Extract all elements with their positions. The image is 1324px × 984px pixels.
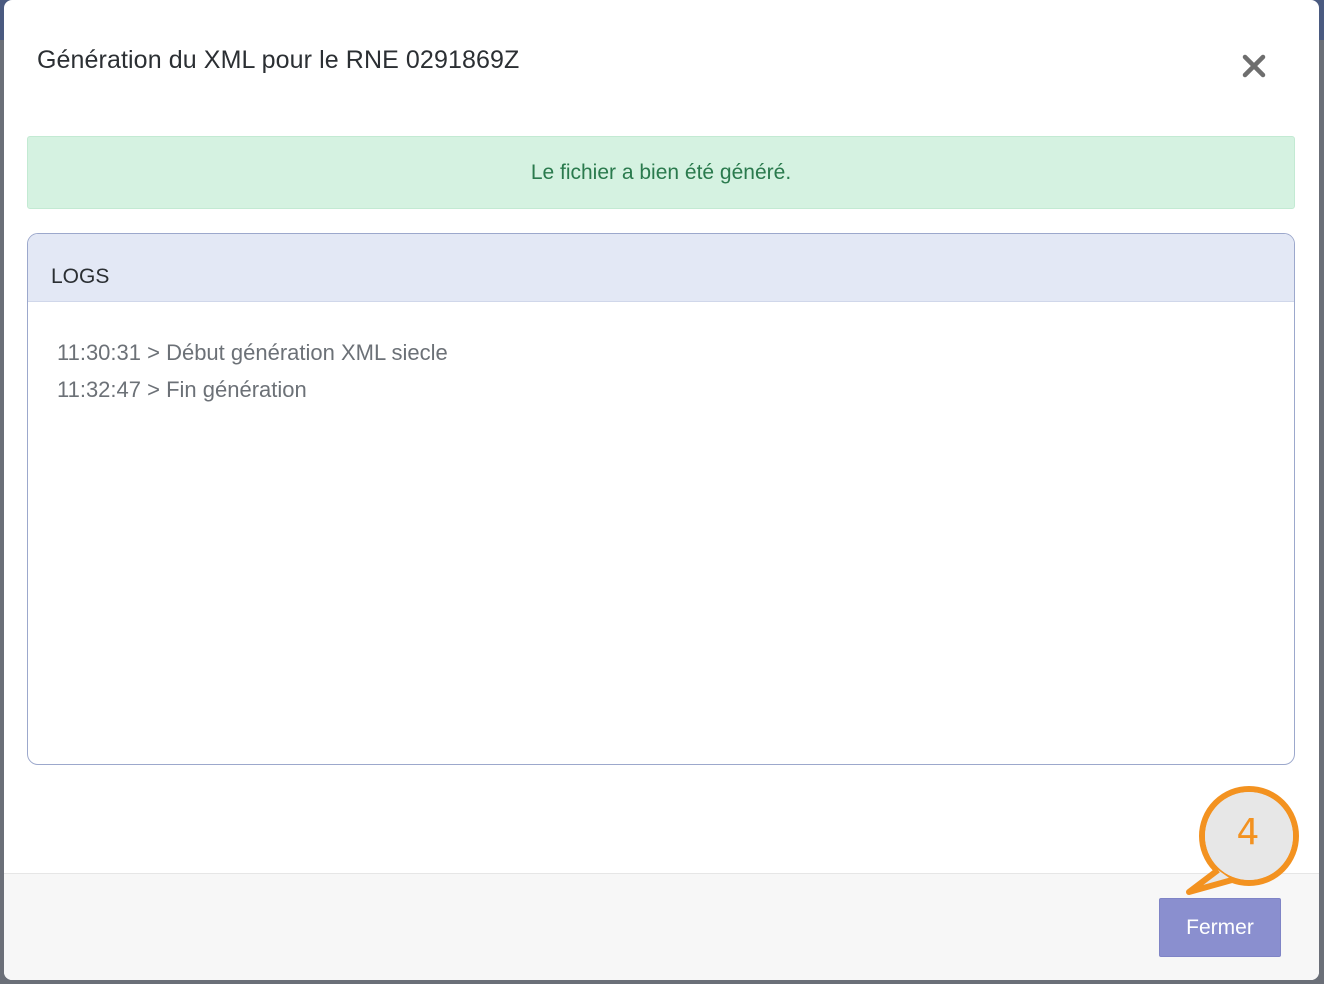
log-entry: 11:32:47 > Fin génération <box>57 377 307 402</box>
success-alert: Le fichier a bien été généré. <box>27 136 1295 209</box>
dialog-title: Génération du XML pour le RNE 0291869Z <box>37 46 520 74</box>
log-entry: 11:30:31 > Début génération XML siecle <box>57 340 448 365</box>
logs-panel: LOGS 11:30:31 > Début génération XML sie… <box>27 233 1295 765</box>
fermer-button-label: Fermer <box>1186 915 1254 939</box>
fermer-button[interactable]: Fermer <box>1159 898 1281 957</box>
logs-body: 11:30:31 > Début génération XML siecle 1… <box>28 302 1294 440</box>
dialog-footer <box>4 873 1319 980</box>
close-button[interactable] <box>1238 50 1270 82</box>
xml-generation-dialog: Génération du XML pour le RNE 0291869Z L… <box>4 0 1319 980</box>
step-number: 4 <box>1236 812 1260 853</box>
logs-header: LOGS <box>28 234 1294 302</box>
close-icon <box>1242 54 1266 78</box>
success-message: Le fichier a bien été généré. <box>530 160 792 184</box>
